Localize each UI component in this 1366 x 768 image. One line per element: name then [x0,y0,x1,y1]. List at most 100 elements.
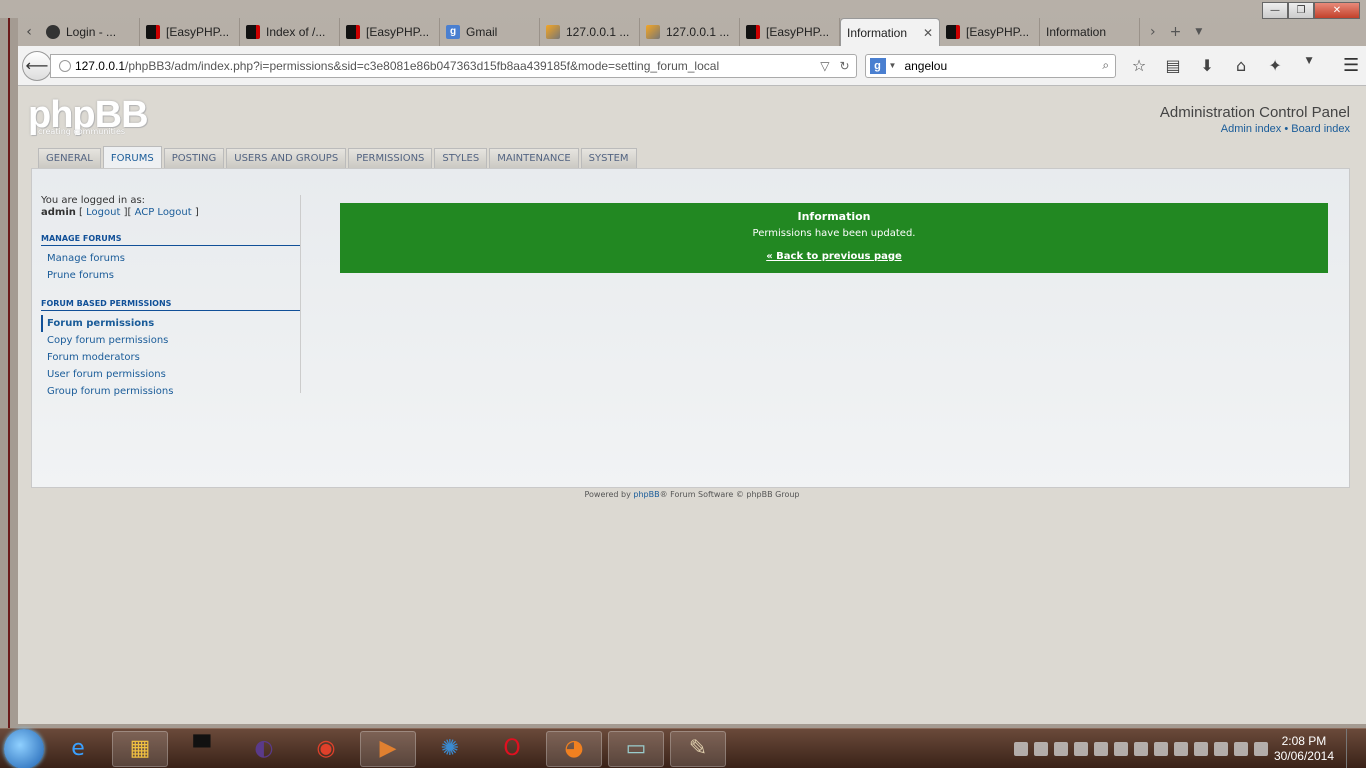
back-to-previous-link[interactable]: « Back to previous page [340,251,1328,262]
reload-icon[interactable]: ↻ [839,59,849,73]
taskbar-opera-icon[interactable]: O [484,731,540,767]
maximize-button[interactable]: ❐ [1288,2,1314,19]
tray-icon[interactable] [1093,741,1108,756]
sidebar-item-copy-forum-permissions[interactable]: Copy forum permissions [41,332,300,349]
taskbar-firefox-icon[interactable]: ◕ [546,730,602,767]
url-bar[interactable]: 127.0.0.1/phpBB3/adm/index.php?i=permiss… [49,53,857,78]
browser-tab[interactable]: [EasyPHP... [340,18,440,46]
tab-permissions[interactable]: PERMISSIONS [348,148,433,168]
browser-tab[interactable]: Information [1040,18,1140,46]
tab-maintenance[interactable]: MAINTENANCE [489,148,579,168]
tray-icon[interactable] [1013,741,1028,756]
main-panel: You are logged in as: admin [ Logout ][ … [31,168,1350,488]
taskbar-chrome-icon[interactable]: ◉ [298,731,354,767]
google-engine-icon[interactable]: g [869,57,886,74]
toolbar-icons: ☆ ▤ ⬇ ⌂ ✦ ▼ [1122,56,1326,75]
acrobat-icon[interactable] [1133,741,1148,756]
tab-favicon-icon [946,25,960,39]
tab-favicon-icon [246,25,260,39]
tab-label: Information [1046,25,1107,39]
taskbar-explorer-icon[interactable]: ▦ [112,730,168,767]
show-desktop-button[interactable] [1346,728,1358,768]
tab-system[interactable]: SYSTEM [580,148,637,168]
url-dropdown-icon[interactable]: ▽ [820,59,829,73]
hamburger-menu-icon[interactable]: ☰ [1336,55,1366,76]
new-tab-icon[interactable]: + [1170,24,1182,40]
taskbar-paint-icon[interactable]: ✎ [670,730,726,767]
action-center-flag-icon[interactable] [1173,741,1188,756]
search-input[interactable] [904,58,1103,73]
browser-tab[interactable]: [EasyPHP... [740,18,840,46]
tab-label: 127.0.0.1 ... [566,25,630,39]
tab-users-and-groups[interactable]: USERS AND GROUPS [226,148,347,168]
tab-forums[interactable]: FORUMS [102,146,162,168]
addon-dropdown-icon[interactable]: ▼ [1292,56,1326,75]
tray-icon[interactable] [1073,741,1088,756]
taskbar-media-icon[interactable]: ▶ [360,730,416,767]
volume-icon[interactable] [1253,741,1268,756]
browser-tab[interactable]: 127.0.0.1 ... [640,18,740,46]
tray-icon[interactable] [1153,741,1168,756]
info-title: Information [797,210,871,223]
browser-tab[interactable]: Login - ... [40,18,140,46]
browser-tab[interactable]: g Gmail [440,18,540,46]
admin-index-link[interactable]: Admin index [1221,123,1282,135]
network-signal-icon[interactable] [1193,741,1208,756]
close-tab-icon[interactable]: ✕ [923,26,933,40]
search-bar[interactable]: g ▼ ⌕ [864,53,1117,78]
tab-favicon-icon: g [446,25,460,39]
taskbar-eclipse-icon[interactable]: ◐ [236,731,292,767]
browser-tab[interactable]: Information ✕ [840,18,940,46]
tab-general[interactable]: GENERAL [38,148,101,168]
taskbar-safari-icon[interactable]: ✺ [422,731,478,767]
addon-icon[interactable]: ✦ [1258,56,1292,75]
acp-logout-link[interactable]: ACP Logout [135,207,192,218]
device-icon[interactable] [1233,741,1248,756]
tab-posting[interactable]: POSTING [163,148,225,168]
start-button[interactable] [4,728,44,768]
footer-phpbb-link[interactable]: phpBB [633,490,659,499]
bluetooth-icon[interactable] [1113,741,1128,756]
sidebar-item-group-forum-permissions[interactable]: Group forum permissions [41,383,300,400]
tray-icon[interactable] [1033,741,1048,756]
browser-tab[interactable]: [EasyPHP... [140,18,240,46]
url-text: 127.0.0.1/phpBB3/adm/index.php?i=permiss… [74,58,720,73]
engine-dropdown-icon[interactable]: ▼ [889,61,897,70]
back-button[interactable]: ⟵ [22,50,52,81]
sidebar-item-forum-permissions[interactable]: Forum permissions [41,315,300,332]
downloads-icon[interactable]: ⬇ [1190,56,1224,75]
search-icon[interactable]: ⌕ [1102,58,1115,73]
close-window-button[interactable]: ✕ [1314,2,1360,19]
taskbar-ie-icon[interactable]: e [50,731,106,767]
board-index-link[interactable]: Board index [1291,123,1350,135]
logged-in-info: You are logged in as: admin [ Logout ][ … [41,195,199,218]
logout-link[interactable]: Logout [86,207,120,218]
footer-text: Powered by [584,490,634,499]
tab-favicon-icon [646,25,660,39]
tab-label: Gmail [466,25,498,39]
taskbar-notepad-icon[interactable]: ▭ [608,730,664,767]
taskbar-easyphp-icon[interactable]: ▀ [174,731,230,767]
tab-scroll-left-icon[interactable]: ‹ [18,18,40,46]
sidebar-item-forum-moderators[interactable]: Forum moderators [41,349,300,366]
info-message-box: Information Permissions have been update… [340,203,1328,273]
bookmark-star-icon[interactable]: ☆ [1122,56,1156,75]
sidebar-item-manage-forums[interactable]: Manage forums [41,250,300,267]
tray-icon[interactable] [1053,741,1068,756]
tab-favicon-icon [546,25,560,39]
browser-tab[interactable]: Index of /... [240,18,340,46]
list-all-tabs-icon[interactable]: ▼ [1195,27,1202,37]
system-clock[interactable]: 2:08 PM 30/06/2014 [1274,734,1334,764]
sidebar-item-prune-forums[interactable]: Prune forums [41,267,300,284]
browser-tab[interactable]: 127.0.0.1 ... [540,18,640,46]
tab-styles[interactable]: STYLES [434,148,488,168]
sidebar-item-user-forum-permissions[interactable]: User forum permissions [41,366,300,383]
minimize-button[interactable]: — [1262,2,1288,19]
browser-tab[interactable]: [EasyPHP... [940,18,1040,46]
bookmarks-list-icon[interactable]: ▤ [1156,56,1190,75]
power-icon[interactable] [1213,741,1228,756]
home-icon[interactable]: ⌂ [1224,56,1258,75]
tab-label: [EasyPHP... [966,25,1030,39]
acp-title: Administration Control Panel [1159,104,1350,121]
tab-scroll-right-icon[interactable]: › [1150,24,1156,40]
